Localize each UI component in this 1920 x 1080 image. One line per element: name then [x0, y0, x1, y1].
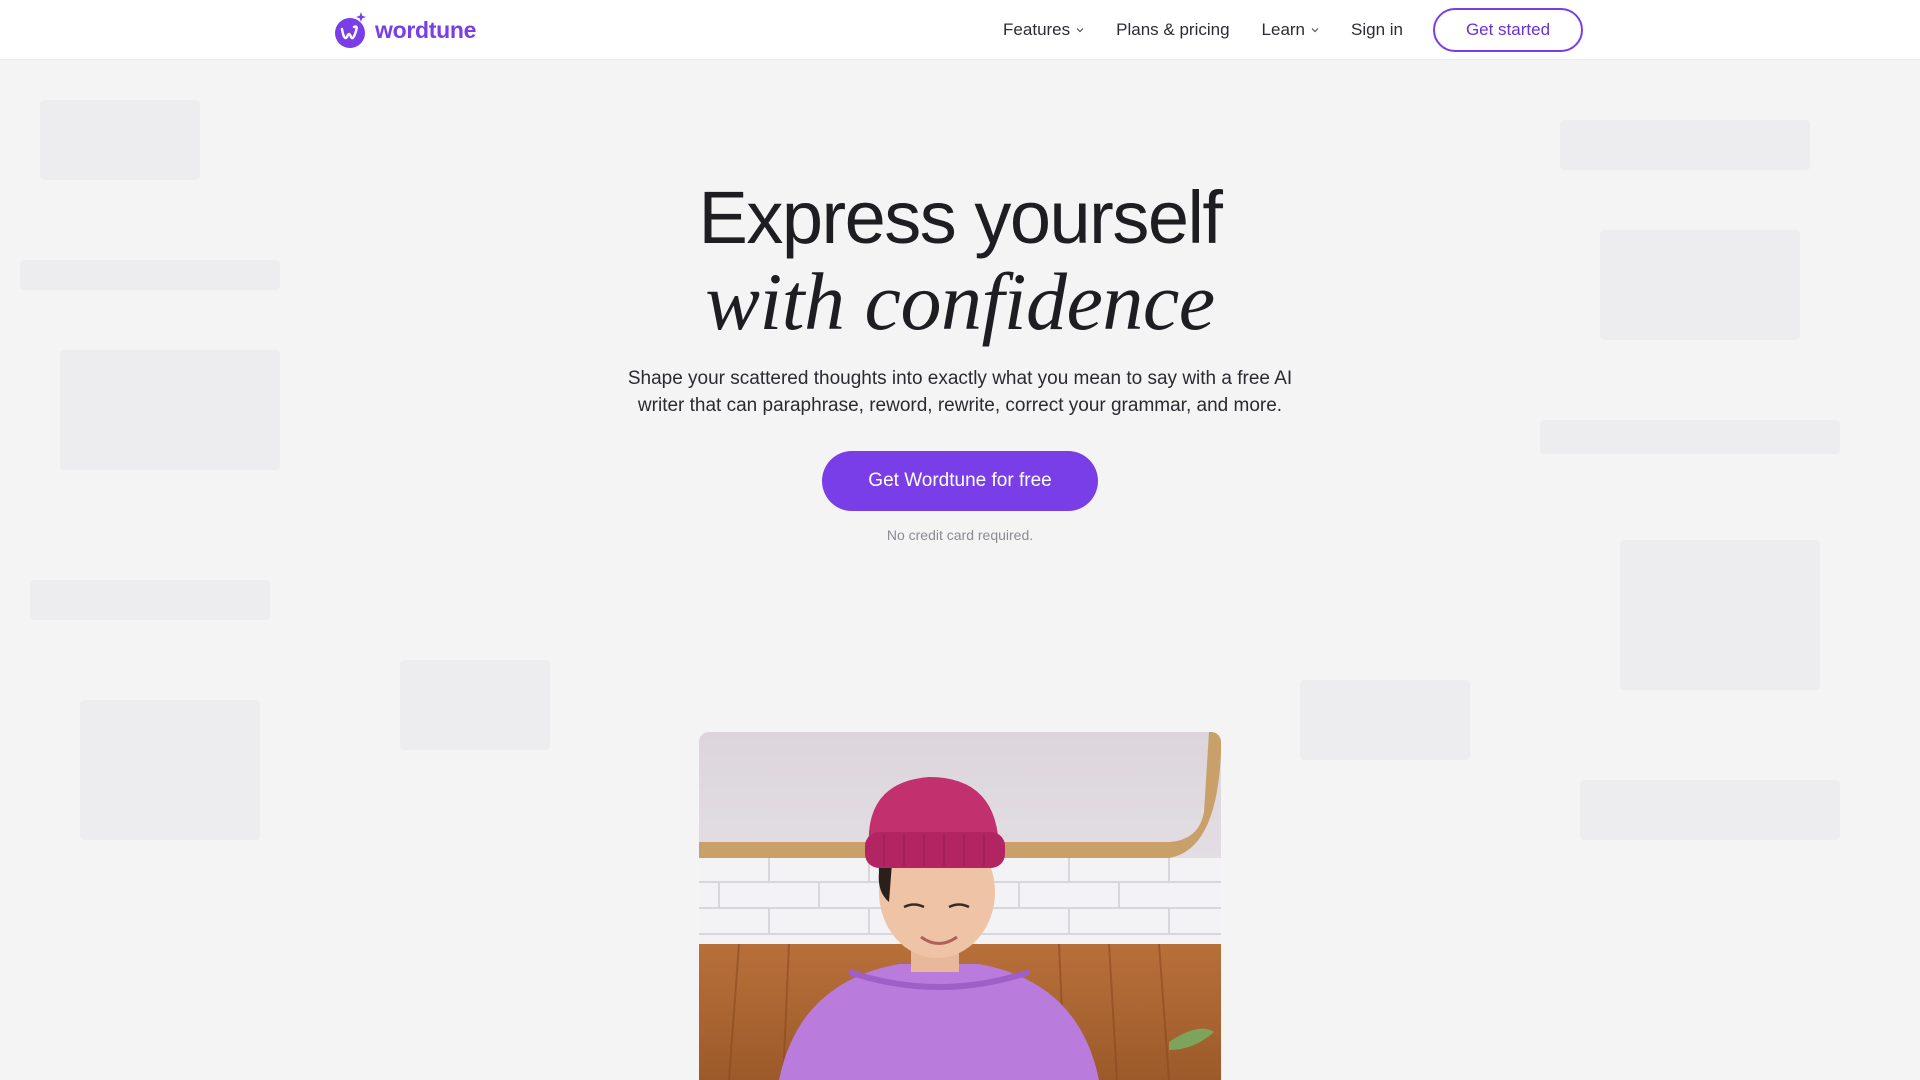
- brand-name: wordtune: [375, 16, 477, 43]
- chevron-down-icon: [1311, 28, 1319, 33]
- top-navigation-bar: wordtune Features Plans & pricing Learn …: [0, 0, 1920, 60]
- nav-label-sign-in: Sign in: [1351, 20, 1403, 39]
- nav-item-sign-in[interactable]: Sign in: [1351, 20, 1403, 40]
- nav-item-features[interactable]: Features: [1003, 20, 1084, 40]
- get-started-button[interactable]: Get started: [1433, 8, 1583, 52]
- hero-subtitle: Shape your scattered thoughts into exact…: [627, 368, 1293, 416]
- main-nav: Features Plans & pricing Learn Sign in G…: [1003, 8, 1583, 52]
- nav-label-plans-pricing: Plans & pricing: [1116, 20, 1230, 39]
- hero-photo: [699, 732, 1221, 1080]
- get-wordtune-free-button[interactable]: Get Wordtune for free: [822, 451, 1098, 511]
- brand-logo[interactable]: wordtune: [335, 10, 476, 50]
- wordtune-logo-icon: [335, 10, 367, 50]
- nav-item-plans-pricing[interactable]: Plans & pricing: [1116, 20, 1229, 40]
- chevron-down-icon: [1076, 28, 1084, 33]
- hero-title-line-2: with confidence: [705, 256, 1215, 347]
- hero-title-line-1: Express yourself: [698, 176, 1223, 259]
- nav-label-features: Features: [1003, 20, 1071, 39]
- no-credit-card-note: No credit card required.: [886, 527, 1034, 543]
- nav-item-learn[interactable]: Learn: [1262, 20, 1319, 40]
- nav-label-learn: Learn: [1261, 20, 1306, 39]
